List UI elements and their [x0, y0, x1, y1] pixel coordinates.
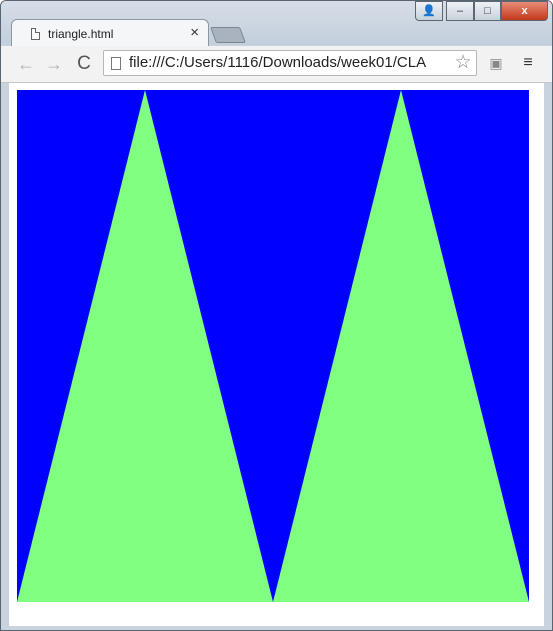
browser-toolbar: ← → C file:///C:/Users/1116/Downloads/we… [1, 46, 552, 83]
menu-icon[interactable]: ≡ [520, 54, 536, 72]
tab-title: triangle.html [48, 27, 114, 41]
extension-icon[interactable]: ▣ [488, 55, 504, 71]
close-icon[interactable]: × [190, 24, 199, 42]
webgl-canvas [17, 90, 529, 602]
page-icon [111, 57, 121, 70]
address-bar[interactable]: file:///C:/Users/1116/Downloads/week01/C… [103, 50, 477, 76]
tab-triangle[interactable]: triangle.html × [11, 19, 209, 48]
new-tab-button[interactable] [210, 27, 246, 43]
bookmark-star-icon[interactable]: ☆ [452, 51, 474, 75]
minimize-button[interactable]: – [446, 1, 474, 21]
address-url[interactable]: file:///C:/Users/1116/Downloads/week01/C… [129, 54, 426, 71]
browser-window: triangle.html × 👤 – □ x ← → C file:///C:… [0, 0, 553, 631]
page-content [9, 83, 544, 626]
forward-icon[interactable]: → [42, 52, 66, 76]
close-window-button[interactable]: x [501, 1, 548, 21]
title-bar: triangle.html × 👤 – □ x [1, 1, 552, 48]
back-icon[interactable]: ← [14, 52, 38, 76]
reload-icon[interactable]: C [72, 52, 96, 76]
user-profile-button[interactable]: 👤 [415, 1, 443, 21]
page-icon [31, 28, 40, 40]
maximize-button[interactable]: □ [474, 1, 501, 21]
